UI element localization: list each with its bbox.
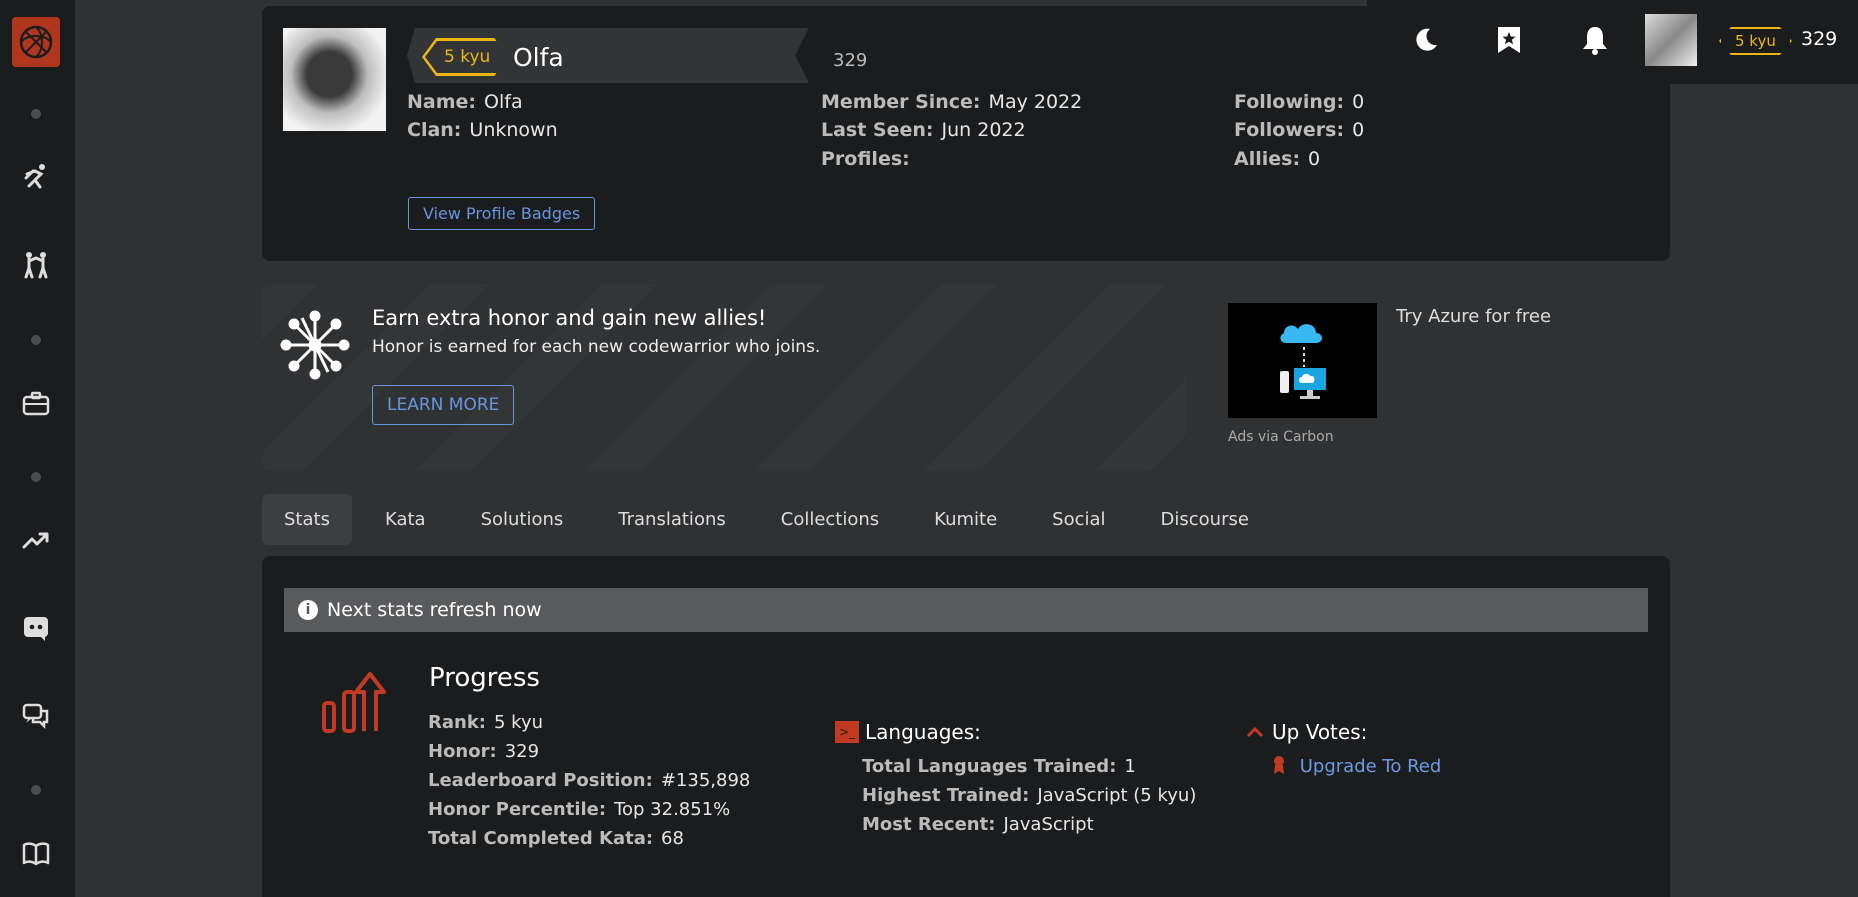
profiles-row: Profiles: — [821, 148, 910, 170]
ad-text-link[interactable]: Try Azure for free — [1396, 306, 1551, 327]
clan-row: Clan: Unknown — [407, 119, 558, 141]
highest-trained-row: Highest Trained: JavaScript (5 kyu) — [862, 785, 1197, 806]
info-icon: i — [298, 600, 318, 620]
codewars-logo-icon[interactable] — [12, 17, 60, 67]
upvotes-heading: Up Votes: — [1246, 720, 1367, 744]
ad-panel: Try Azure for free Ads via Carbon — [1208, 284, 1670, 471]
network-starburst-icon — [280, 310, 350, 380]
honor-banner-title: Earn extra honor and gain new allies! — [372, 306, 767, 330]
allies-row[interactable]: Allies: 0 — [1234, 148, 1320, 170]
award-ribbon-icon — [1274, 756, 1284, 774]
total-languages-row: Total Languages Trained: 1 — [862, 756, 1136, 777]
dark-mode-moon-icon[interactable] — [1408, 22, 1444, 58]
notifications-bell-icon[interactable] — [1577, 22, 1613, 58]
ad-attribution[interactable]: Ads via Carbon — [1228, 429, 1334, 445]
name-row: Name: Olfa — [407, 91, 523, 113]
top-user-bar: 5 kyu 329 — [1367, 0, 1858, 84]
following-row[interactable]: Following: 0 — [1234, 91, 1364, 113]
tab-stats[interactable]: Stats — [262, 494, 352, 545]
username: Olfa — [513, 43, 564, 72]
progress-title: Progress — [429, 663, 540, 693]
rank-badge-small: 5 kyu — [1719, 27, 1792, 55]
briefcase-icon[interactable] — [18, 385, 54, 421]
sidebar-divider-dot — [31, 109, 41, 119]
tab-kata[interactable]: Kata — [363, 494, 448, 545]
tab-social[interactable]: Social — [1030, 494, 1127, 545]
learn-more-button[interactable]: LEARN MORE — [372, 385, 515, 425]
tab-kumite[interactable]: Kumite — [912, 494, 1019, 545]
docs-book-icon[interactable] — [18, 836, 54, 872]
tab-collections[interactable]: Collections — [759, 494, 901, 545]
progress-chart-icon — [320, 668, 394, 736]
upgrade-to-red-link[interactable]: Upgrade To Red — [1272, 755, 1441, 777]
chevron-up-icon — [1246, 726, 1264, 738]
rank-badge: 5 kyu — [425, 41, 509, 73]
honor-percentile-row: Honor Percentile: Top 32.851% — [428, 799, 731, 820]
sidebar-divider-dot — [31, 785, 41, 795]
terminal-icon: >_ — [835, 721, 859, 743]
kumite-icon[interactable] — [18, 247, 54, 283]
sidebar-divider-dot — [31, 472, 41, 482]
rank-row: Rank: 5 kyu — [428, 712, 544, 733]
honor-banner-subtitle: Honor is earned for each new codewarrior… — [372, 337, 821, 357]
stats-refresh-text: Next stats refresh now — [327, 599, 542, 621]
stats-panel: i Next stats refresh now Progress Rank: 5… — [262, 556, 1670, 897]
view-profile-badges-button[interactable]: View Profile Badges — [408, 197, 596, 230]
last-seen-row: Last Seen: Jun 2022 — [821, 119, 1026, 141]
bookmark-star-icon[interactable] — [1491, 22, 1527, 58]
forum-chat-icon[interactable] — [18, 698, 54, 734]
member-since-row: Member Since: May 2022 — [821, 91, 1083, 113]
ad-image[interactable] — [1228, 303, 1377, 418]
honor-score: 329 — [833, 50, 868, 71]
tab-discourse[interactable]: Discourse — [1139, 494, 1271, 545]
user-avatar — [283, 28, 386, 131]
profile-tabs: Stats Kata Solutions Translations Collec… — [262, 494, 1282, 545]
leaderboard-trend-icon[interactable] — [18, 522, 54, 558]
tab-solutions[interactable]: Solutions — [459, 494, 586, 545]
training-icon[interactable] — [18, 159, 54, 195]
tab-translations[interactable]: Translations — [596, 494, 747, 545]
discord-icon[interactable] — [18, 610, 54, 646]
leaderboard-row: Leaderboard Position: #135,898 — [428, 770, 751, 791]
followers-row[interactable]: Followers: 0 — [1234, 119, 1364, 141]
honor-banner: Earn extra honor and gain new allies! Ho… — [262, 284, 1186, 471]
stats-refresh-notice: i Next stats refresh now — [284, 588, 1648, 632]
completed-kata-row: Total Completed Kata: 68 — [428, 828, 684, 849]
sidebar-divider-dot — [31, 335, 41, 345]
honor-row: Honor: 329 — [428, 741, 540, 762]
sidebar — [0, 0, 75, 897]
honor-score-small: 329 — [1801, 28, 1838, 50]
languages-heading: >_ Languages: — [835, 720, 981, 744]
most-recent-row: Most Recent: JavaScript — [862, 814, 1094, 835]
user-avatar-small[interactable] — [1645, 14, 1697, 66]
